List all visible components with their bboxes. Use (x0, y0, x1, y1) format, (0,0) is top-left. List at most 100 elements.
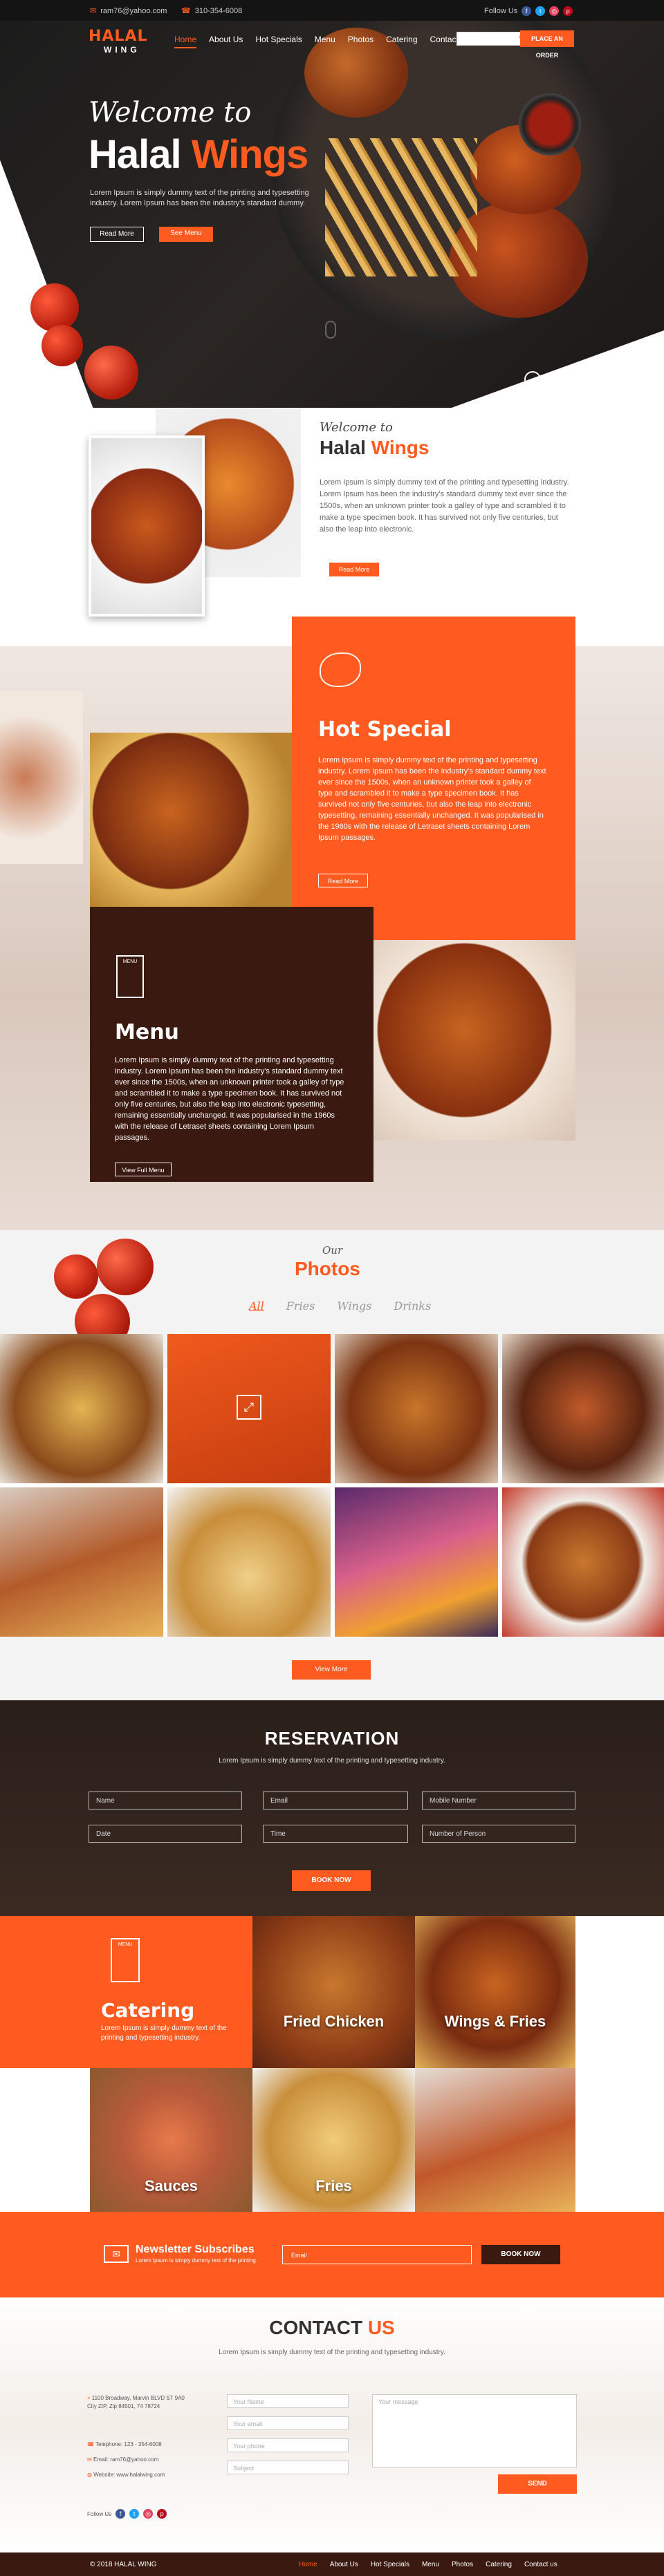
gallery-photo[interactable] (0, 1334, 163, 1483)
reservation-title: RESERVATION (264, 1728, 400, 1749)
welcome-photo-plate (89, 435, 205, 617)
nav-menu[interactable]: Menu (315, 35, 335, 48)
mail-icon: ✉ (87, 2456, 93, 2463)
welcome-read-more-button[interactable]: Read More (329, 563, 379, 576)
hot-special-photo (90, 733, 292, 907)
newsletter-title: Newsletter Subscribes (136, 2244, 255, 2255)
contact-email-input[interactable]: Your email (227, 2416, 349, 2430)
tomato-image (97, 1239, 154, 1295)
footer-link-contact[interactable]: Contact us (524, 2561, 557, 2568)
tomato-image (42, 325, 83, 366)
search-input[interactable] (456, 32, 526, 46)
contact-subtitle: Lorem Ipsum is simply dummy text of the … (219, 2349, 445, 2356)
contact-email[interactable]: ✉ Email: ram76@yahoo.com (87, 2456, 158, 2463)
top-bar: ✉ ram76@yahoo.com ☎ 310-354-6008 Follow … (0, 0, 664, 21)
reservation-subtitle: Lorem Ipsum is simply dummy text of the … (219, 1757, 445, 1765)
menu-title: Menu (115, 1020, 179, 1044)
chicken-wing-icon (320, 652, 361, 687)
topbar-email[interactable]: ✉ ram76@yahoo.com (90, 6, 167, 16)
contact-phone-input[interactable]: Your phone (227, 2438, 349, 2452)
gallery-photo[interactable] (167, 1487, 331, 1637)
mobile-field[interactable]: Mobile Number (422, 1792, 575, 1809)
facebook-icon[interactable]: f (116, 2509, 126, 2519)
nav-photos[interactable]: Photos (348, 35, 374, 48)
footer-link-menu[interactable]: Menu (422, 2561, 439, 2568)
instagram-icon[interactable]: ◎ (549, 6, 560, 16)
catering-tile-fried-chicken[interactable]: Fried Chicken (252, 1916, 415, 2068)
footer-link-photos[interactable]: Photos (452, 2561, 473, 2568)
view-full-menu-button[interactable]: View Full Menu (115, 1163, 172, 1176)
hero-next-button[interactable]: › (548, 371, 564, 388)
persons-field[interactable]: Number of Person (422, 1825, 575, 1843)
main-nav: Home About Us Hot Specials Menu Photos C… (174, 35, 471, 48)
hot-special-text: Lorem Ipsum is simply dummy text of the … (318, 756, 546, 842)
gallery-photo[interactable]: ⤢ (167, 1334, 331, 1483)
newsletter-subtitle: Lorem Ipsum is simply dummy text of the … (136, 2257, 258, 2264)
gallery-photo[interactable] (0, 1487, 163, 1637)
filter-all[interactable]: All (249, 1299, 264, 1313)
hot-special-read-more-button[interactable]: Read More (318, 874, 368, 887)
nav-about[interactable]: About Us (209, 35, 243, 48)
pinterest-icon[interactable]: p (157, 2509, 167, 2519)
contact-subject-input[interactable]: Subject (227, 2461, 349, 2474)
filter-drinks[interactable]: Drinks (394, 1299, 431, 1313)
logo[interactable]: HALAL WING (89, 28, 148, 55)
gallery-photo[interactable] (335, 1487, 498, 1637)
nav-catering[interactable]: Catering (386, 35, 417, 48)
hero-read-more-button[interactable]: Read More (90, 227, 144, 242)
send-button[interactable]: SEND (498, 2474, 577, 2494)
footer-link-catering[interactable]: Catering (486, 2561, 512, 2568)
contact-name-input[interactable]: Your Name (227, 2394, 349, 2408)
contact-website[interactable]: ◍ Website: www.halalwing.com (87, 2472, 165, 2478)
mail-icon: ✉ (90, 7, 97, 15)
menu-icon: MENU (111, 1938, 140, 1982)
hero-sauce (519, 93, 581, 156)
scroll-down-icon[interactable] (325, 321, 336, 339)
footer-link-home[interactable]: Home (299, 2561, 317, 2568)
gallery-photo[interactable] (335, 1334, 498, 1483)
topbar-phone[interactable]: ☎ 310-354-6008 (181, 6, 242, 16)
twitter-icon[interactable]: t (129, 2509, 140, 2519)
name-field[interactable]: Name (89, 1792, 242, 1809)
filter-wings[interactable]: Wings (337, 1299, 371, 1313)
tomato-image (30, 283, 79, 332)
catering-tile-fries[interactable]: Fries (252, 2068, 415, 2212)
catering-tile-wings-fries[interactable]: Wings & Fries (415, 1916, 575, 2068)
hero-see-menu-button[interactable]: See Menu (159, 227, 213, 242)
view-more-button[interactable]: View More (292, 1660, 371, 1680)
date-field[interactable]: Date (89, 1825, 242, 1843)
hero-prev-button[interactable]: ‹ (524, 371, 541, 388)
pinterest-icon[interactable]: p (563, 6, 573, 16)
twitter-icon[interactable]: t (535, 6, 546, 16)
footer-link-about[interactable]: About Us (330, 2561, 358, 2568)
place-order-button[interactable]: PLACE AN ORDER (520, 30, 574, 59)
hot-special-title: Hot Special (318, 717, 452, 742)
location-icon: ⌖ (87, 2395, 92, 2401)
gallery-photo[interactable] (502, 1487, 664, 1637)
expand-icon[interactable]: ⤢ (237, 1395, 261, 1420)
nav-home[interactable]: Home (174, 35, 197, 48)
time-field[interactable]: Time (263, 1825, 408, 1843)
newsletter-submit-button[interactable]: BOOK NOW (481, 2245, 560, 2264)
catering-tile-sauces[interactable]: Sauces (90, 2068, 252, 2212)
menu-text: Lorem Ipsum is simply dummy text of the … (115, 1056, 344, 1142)
instagram-icon[interactable]: ◎ (143, 2509, 154, 2519)
footer-nav: Home About Us Hot Specials Menu Photos C… (299, 2561, 557, 2568)
footer-link-hot-specials[interactable]: Hot Specials (371, 2561, 409, 2568)
nav-hot-specials[interactable]: Hot Specials (255, 35, 302, 48)
newsletter-email-input[interactable]: Email (282, 2245, 472, 2264)
email-field[interactable]: Email (263, 1792, 408, 1809)
book-now-button[interactable]: BOOK NOW (292, 1870, 371, 1891)
tomato-image (54, 1254, 98, 1299)
facebook-icon[interactable]: f (522, 6, 532, 16)
catering-tile-drinks[interactable] (415, 2068, 575, 2212)
footer: © 2018 HALAL WING Home About Us Hot Spec… (0, 2553, 664, 2576)
contact-message-input[interactable]: Your message (372, 2394, 577, 2467)
photos-small: Our (322, 1244, 343, 1257)
hero (0, 21, 664, 408)
filter-fries[interactable]: Fries (286, 1299, 315, 1313)
gallery-photo[interactable] (502, 1334, 664, 1483)
contact-address: ⌖ 1100 Broadway, Marvin BLVD ST 9A0 City… (87, 2395, 185, 2409)
contact-follow: Follow Us f t ◎ p (87, 2509, 167, 2519)
catering-panel: MENU Catering Lorem Ipsum is simply dumm… (0, 1916, 252, 2068)
